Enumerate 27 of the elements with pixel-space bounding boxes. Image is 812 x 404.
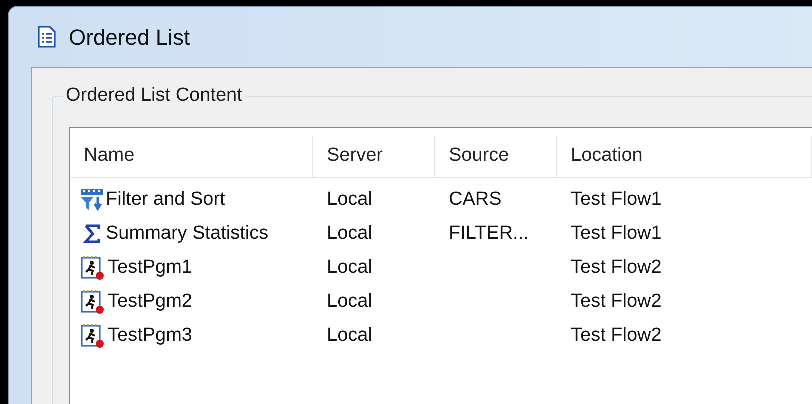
table-cell: Local bbox=[327, 222, 372, 244]
program-icon bbox=[80, 255, 106, 281]
table-cell-text: TestPgm3 bbox=[108, 324, 192, 348]
table-cell: Test Flow2 bbox=[571, 324, 662, 346]
table-cell-text: TestPgm2 bbox=[108, 290, 192, 314]
column-header[interactable]: Source bbox=[435, 136, 557, 177]
program-icon bbox=[80, 323, 106, 349]
table-cell: Test Flow1 bbox=[571, 222, 662, 244]
table-cell: Test Flow2 bbox=[571, 290, 662, 312]
table-cell: Local bbox=[327, 256, 372, 278]
table-cell: Local bbox=[327, 188, 372, 210]
table-cell-text: TestPgm1 bbox=[108, 256, 192, 280]
table-cell: Test Flow1 bbox=[571, 188, 662, 210]
table-cell: Local bbox=[327, 324, 372, 346]
list-icon bbox=[37, 26, 57, 48]
table-cell-text: Filter and Sort bbox=[106, 188, 226, 212]
table-cell: FILTER... bbox=[449, 222, 529, 244]
column-header[interactable]: Server bbox=[313, 136, 435, 177]
window-title: Ordered List bbox=[69, 24, 190, 52]
program-icon bbox=[80, 289, 106, 315]
column-header[interactable]: Location bbox=[557, 136, 812, 177]
table-cell: Local bbox=[327, 290, 372, 312]
filter-sort-icon bbox=[80, 188, 104, 212]
table-cell: CARS bbox=[449, 188, 502, 210]
table-cell: Test Flow2 bbox=[571, 256, 662, 278]
table-cell-text: Summary Statistics bbox=[106, 222, 269, 246]
column-header[interactable]: Name bbox=[70, 136, 313, 177]
